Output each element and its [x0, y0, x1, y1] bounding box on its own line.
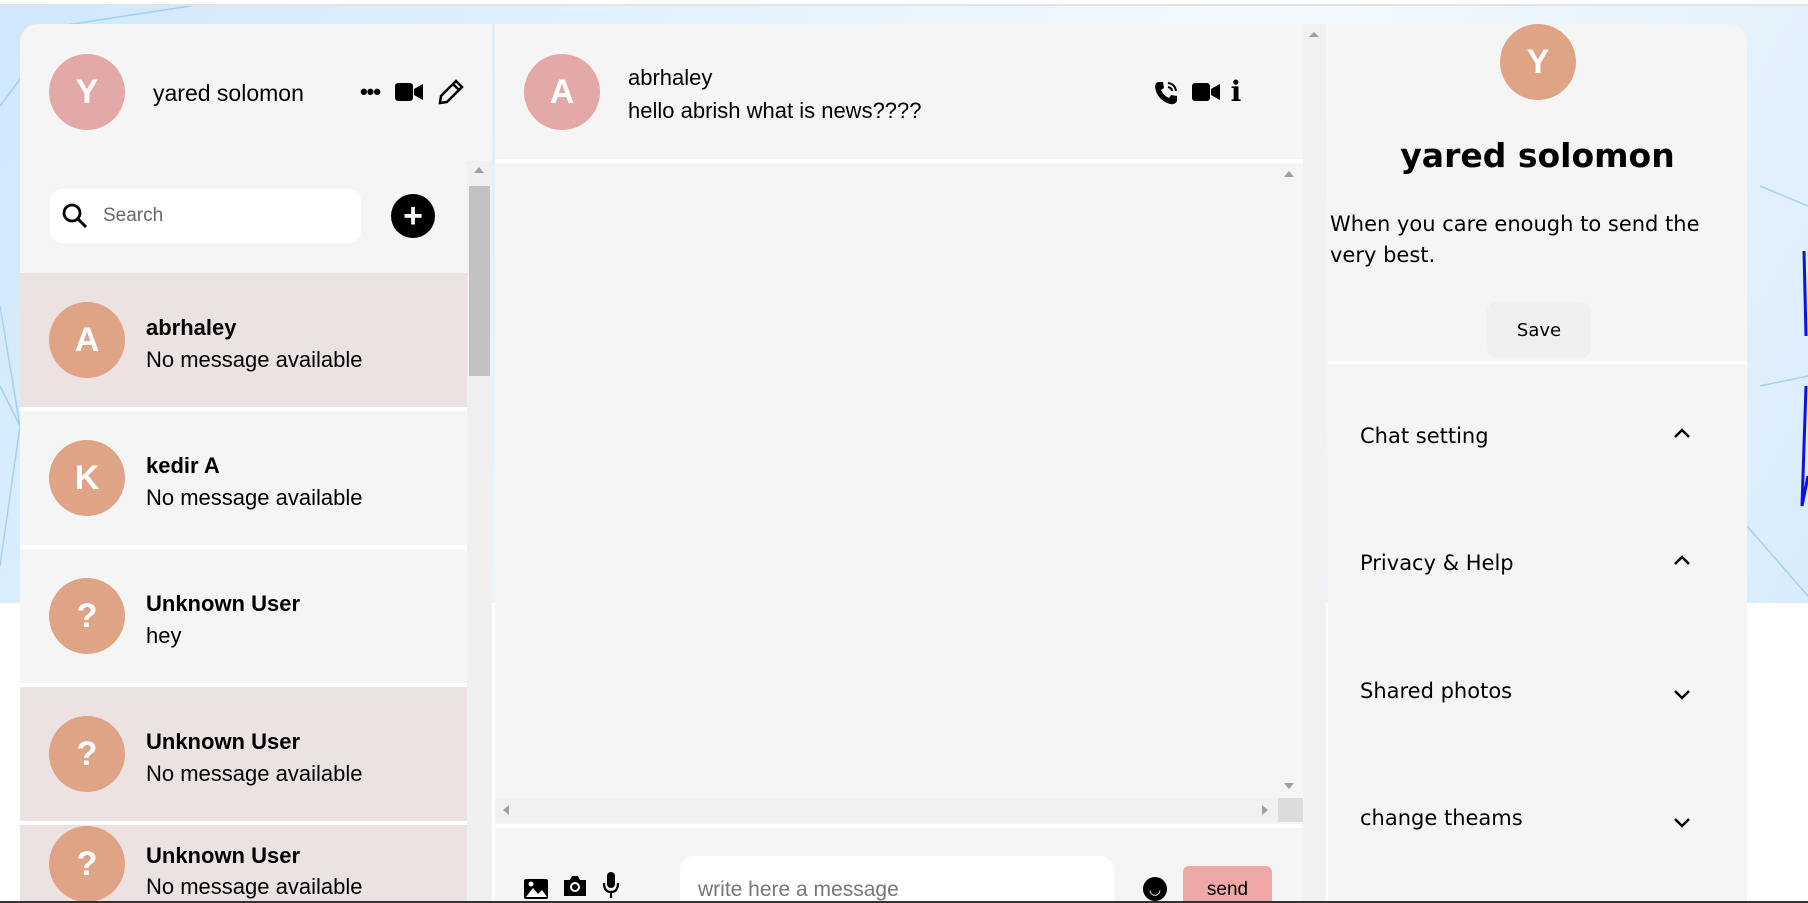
message-input[interactable]: write here a message — [680, 856, 1114, 903]
chevron-down-icon[interactable] — [1673, 684, 1691, 707]
contact-name: Unknown User — [146, 591, 301, 616]
chevron-up-icon[interactable] — [1673, 549, 1691, 572]
video-camera-icon[interactable] — [394, 80, 424, 104]
accordion-label: Shared photos — [1360, 679, 1513, 703]
chat-list-scrollbar[interactable] — [467, 161, 492, 903]
chat-last-message: hello abrish what is news???? — [628, 98, 922, 123]
scrollbar-corner — [1278, 798, 1303, 822]
image-icon[interactable] — [523, 877, 549, 901]
edit-pencil-icon[interactable] — [437, 78, 465, 106]
scroll-down-arrow-icon[interactable] — [1284, 783, 1294, 789]
window-top-border — [0, 4, 1808, 6]
chat-list-item[interactable]: ? Unknown User hey — [20, 549, 467, 683]
contact-name: Unknown User — [146, 729, 301, 754]
profile-name: yared solomon — [1400, 136, 1675, 175]
last-message: No message available — [146, 485, 363, 510]
message-horizontal-scrollbar[interactable] — [495, 798, 1278, 822]
scroll-right-arrow-icon[interactable] — [1262, 805, 1268, 815]
accordion-label: Chat setting — [1360, 424, 1489, 448]
divider — [20, 683, 467, 687]
plus-icon: + — [403, 196, 423, 235]
phone-call-icon[interactable] — [1152, 79, 1180, 107]
page-scrollbar[interactable] — [1303, 24, 1326, 903]
camera-icon[interactable] — [562, 874, 588, 898]
more-options-icon[interactable]: ••• — [358, 79, 382, 104]
profile-details-panel: Y yared solomon When you care enough to … — [1328, 24, 1747, 903]
last-message: No message available — [146, 874, 363, 899]
divider — [20, 407, 467, 411]
message-area[interactable] — [495, 163, 1278, 798]
last-message: No message available — [146, 761, 363, 786]
chat-list-item[interactable]: K kedir A No message available — [20, 411, 467, 545]
contact-name: Unknown User — [146, 843, 301, 868]
search-input[interactable]: Search — [50, 189, 361, 243]
profile-avatar[interactable]: Y — [1500, 24, 1576, 100]
last-message: hey — [146, 623, 182, 648]
chat-contact-avatar[interactable]: A — [524, 54, 600, 130]
divider — [20, 545, 467, 549]
save-button[interactable]: Save — [1487, 302, 1591, 358]
chat-list-item[interactable]: A abrhaley No message available — [20, 273, 467, 407]
contact-name: kedir A — [146, 453, 220, 478]
last-message: No message available — [146, 347, 363, 372]
message-input-placeholder: write here a message — [698, 878, 899, 901]
search-icon — [62, 203, 88, 229]
user-avatar[interactable]: Y — [49, 54, 125, 130]
accordion-label: change theams — [1360, 806, 1523, 830]
divider — [495, 824, 1303, 828]
chat-list-panel: Y yared solomon ••• Search + A abrhaley … — [20, 24, 492, 903]
chat-list-item[interactable]: ? Unknown User No message available — [20, 687, 467, 821]
chat-contact-name: abrhaley — [628, 65, 713, 90]
message-vertical-scrollbar[interactable] — [1278, 163, 1300, 798]
profile-bio: When you care enough to send the very be… — [1330, 212, 1700, 267]
contact-name: abrhaley — [146, 315, 237, 340]
chevron-down-icon[interactable] — [1673, 812, 1691, 835]
add-chat-button[interactable]: + — [391, 194, 435, 238]
contact-avatar: A — [49, 302, 125, 378]
scroll-up-arrow-icon[interactable] — [1309, 32, 1319, 37]
accordion-label: Privacy & Help — [1360, 551, 1514, 575]
conversation-panel: A abrhaley hello abrish what is news????… — [495, 24, 1303, 903]
chat-list-item[interactable]: ? Unknown User No message available — [20, 825, 467, 903]
chevron-up-icon[interactable] — [1673, 422, 1691, 445]
contact-avatar: ? — [49, 716, 125, 792]
microphone-icon[interactable] — [602, 870, 620, 900]
scroll-up-arrow-icon[interactable] — [1284, 171, 1294, 177]
search-placeholder: Search — [103, 205, 164, 226]
user-name: yared solomon — [153, 80, 304, 106]
scrollbar-thumb[interactable] — [469, 186, 490, 376]
scroll-left-arrow-icon[interactable] — [503, 805, 509, 815]
emoji-icon[interactable]: ◡ — [1143, 877, 1167, 901]
contact-avatar: ? — [49, 826, 125, 902]
contact-avatar: K — [49, 440, 125, 516]
divider — [1328, 361, 1747, 364]
video-call-icon[interactable] — [1191, 80, 1221, 104]
info-icon[interactable]: i — [1228, 75, 1244, 108]
contact-avatar: ? — [49, 578, 125, 654]
divider — [20, 821, 467, 825]
scroll-up-arrow-icon[interactable] — [474, 167, 484, 173]
send-button[interactable]: send — [1183, 866, 1272, 903]
